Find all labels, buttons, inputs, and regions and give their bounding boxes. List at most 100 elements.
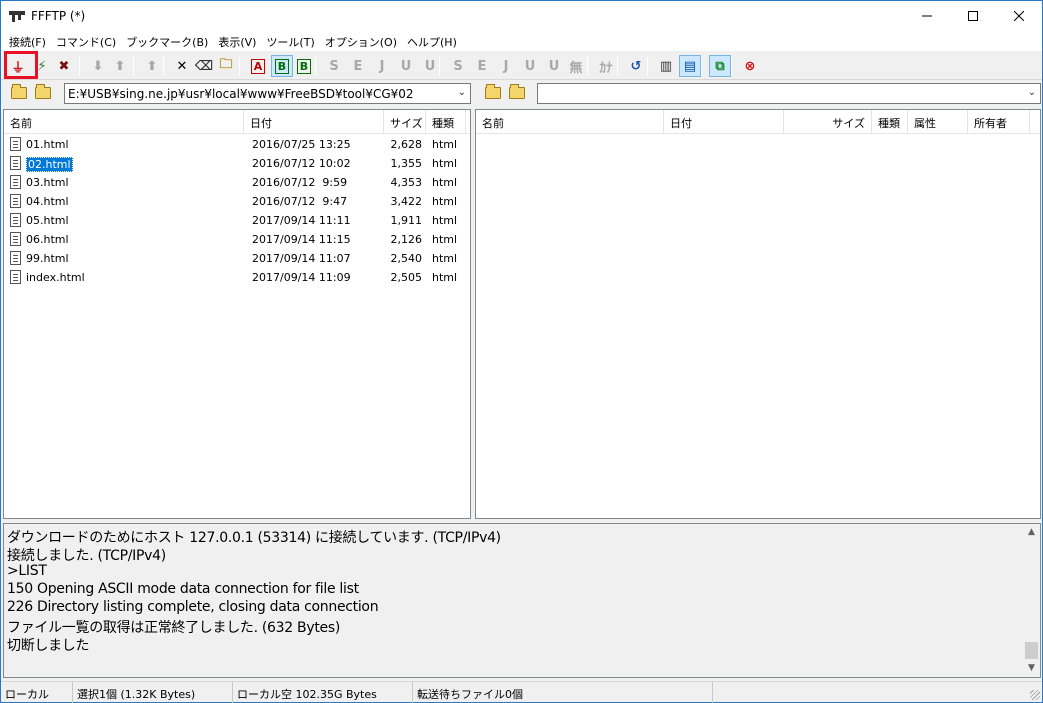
scroll-thumb[interactable] [1025,642,1038,659]
column-header-name[interactable]: 名前 [4,110,244,134]
file-icon [10,232,21,246]
quick-connect-icon: ⚡ [37,58,47,74]
list-view-button[interactable]: ▥ [655,55,677,77]
euc-button[interactable]: E [347,55,369,77]
menu-help[interactable]: ヘルプ(H) [403,31,463,51]
scroll-down-icon[interactable]: ▼ [1023,660,1040,677]
file-size: 2,126 [390,233,423,246]
utf8bom-button[interactable]: U [419,55,441,77]
minimize-button[interactable] [904,1,950,31]
file-date: 2017/09/14 11:11 [252,214,351,227]
no-convert-icon: 無 [569,60,583,76]
rename-icon: ⌫ [194,58,214,74]
log-scrollbar[interactable]: ▲ ▼ [1023,524,1040,677]
no-conv-button[interactable]: 無 [565,55,587,77]
column-header-date[interactable]: 日付 [244,110,384,134]
auto-mode-button[interactable]: B [293,55,315,77]
table-row[interactable]: 99.html 2017/09/14 11:07 2,540 html [4,249,464,268]
refresh-button[interactable]: ↺ [625,55,647,77]
download-icon: ⬇ [92,58,104,74]
mkdir-button[interactable]: 🗀 [215,55,237,77]
column-header-name[interactable]: 名前 [476,110,664,134]
local-file-list[interactable]: 名前 日付 サイズ 種類 01.html 2016/07/25 13:25 2,62… [3,109,471,519]
file-name: 04.html [26,195,69,208]
file-icon [10,137,21,151]
table-row[interactable]: 02.html 2016/07/12 10:02 1,355 html [4,154,464,173]
table-row[interactable]: 03.html 2016/07/12 9:59 4,353 html [4,173,464,192]
kana-button[interactable]: ｶﾅ [595,55,617,77]
local-path-combo[interactable]: E:¥USB¥sing.ne.jp¥usr¥local¥www¥FreeBSD¥… [64,83,471,104]
sjis-local-icon: S [453,58,463,74]
folder-open-icon [509,84,525,99]
table-row[interactable]: 06.html 2017/09/14 11:15 2,126 html [4,230,464,249]
remote-file-list[interactable]: 名前 日付 サイズ 種類 属性 所有者 [475,109,1041,519]
column-header-date[interactable]: 日付 [664,110,784,134]
jis2-button[interactable]: J [495,55,517,77]
stop-button[interactable]: ⊗ [739,55,761,77]
detail-view-button[interactable]: ▤ [679,55,701,77]
menu-connect[interactable]: 接続(F) [5,31,52,51]
file-type: html [432,176,458,189]
file-icon [10,175,21,189]
title-bar: FFFTP (*) [1,1,1042,31]
local-up-folder-button[interactable] [9,84,29,102]
file-icon [10,270,21,284]
ascii-mode-icon: A [250,58,266,74]
mirror-upload-button[interactable]: ⬆ [141,55,163,77]
toolbar: ⏚ ⚡ ✖ ⬇ ⬆ ⬆ ✕ ⌫ 🗀 A B B S E J U U S E J U U 無ｶﾅ ↺ ▥ ▤ ⧉ ⊗ [1,52,1042,80]
local-list-header: 名前 日付 サイズ 種類 [4,110,470,134]
folder-up-icon [485,84,501,99]
jis-button[interactable]: J [371,55,393,77]
remote-open-folder-button[interactable] [507,84,527,102]
folder-up-icon [11,84,27,99]
column-header-owner[interactable]: 所有者 [968,110,1030,134]
table-row[interactable]: 01.html 2016/07/25 13:25 2,628 html [4,135,464,154]
status-bar: ローカル 選択1個 (1.32K Bytes) ローカル空 102.35G By… [1,681,1042,703]
utf8-button[interactable]: U [395,55,417,77]
file-name: 05.html [26,214,69,227]
file-date: 2017/09/14 11:07 [252,252,351,265]
utf8-2-button[interactable]: U [519,55,541,77]
disconnect-button[interactable]: ✖ [53,55,75,77]
upload-button[interactable]: ⬆ [109,55,131,77]
scroll-up-icon[interactable]: ▲ [1023,524,1040,541]
sync-folder-icon: ⧉ [715,58,725,74]
maximize-button[interactable] [950,1,996,31]
close-button[interactable] [996,1,1042,31]
menu-command[interactable]: コマンド(C) [52,31,122,51]
utf8-icon: U [400,58,412,74]
binary-mode-button[interactable]: B [271,55,293,77]
euc2-button[interactable]: E [471,55,493,77]
column-header-type[interactable]: 種類 [426,110,466,134]
remote-path-combo[interactable]: ⌄ [537,83,1041,104]
euc-icon: E [353,58,363,74]
column-header-size[interactable]: サイズ [784,110,872,134]
sjis-button[interactable]: S [323,55,345,77]
sjis2-button[interactable]: S [447,55,469,77]
maximize-icon [968,11,978,21]
download-button[interactable]: ⬇ [87,55,109,77]
jis-icon: J [379,58,385,74]
kana-convert-icon: ｶﾅ [599,60,613,76]
table-row[interactable]: index.html 2017/09/14 11:09 2,505 html [4,268,464,287]
column-header-size[interactable]: サイズ [384,110,426,134]
menu-tool[interactable]: ツール(T) [262,31,320,51]
column-header-attribute[interactable]: 属性 [908,110,968,134]
utf8bom2-button[interactable]: U [543,55,565,77]
file-size: 2,628 [390,138,423,151]
column-header-type[interactable]: 種類 [872,110,908,134]
local-open-folder-button[interactable] [33,84,53,102]
table-row[interactable]: 05.html 2017/09/14 11:11 1,911 html [4,211,464,230]
menu-option[interactable]: オプション(O) [321,31,403,51]
remote-up-folder-button[interactable] [483,84,503,102]
delete-button[interactable]: ✕ [171,55,193,77]
rename-button[interactable]: ⌫ [193,55,215,77]
log-area[interactable]: ダウンロードのためにホスト 127.0.0.1 (53314) に接続しています… [3,523,1041,678]
ascii-mode-button[interactable]: A [247,55,269,77]
menu-view[interactable]: 表示(V) [214,31,262,51]
file-size: 1,911 [390,214,423,227]
table-row[interactable]: 04.html 2016/07/12 9:47 3,422 html [4,192,464,211]
resize-grip-icon[interactable] [1030,690,1040,700]
sync-dir-button[interactable]: ⧉ [709,55,731,77]
menu-bookmark[interactable]: ブックマーク(B) [122,31,214,51]
